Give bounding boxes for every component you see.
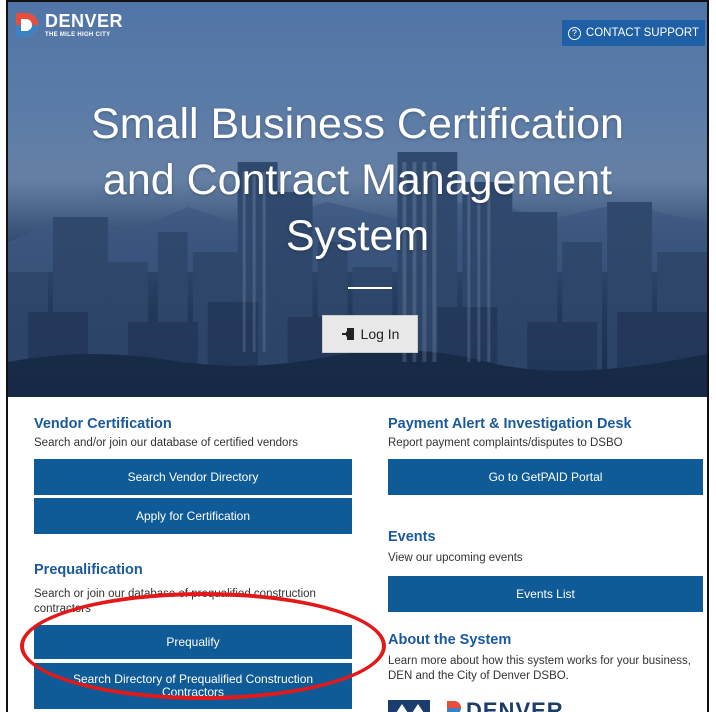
about-system-title: About the System <box>388 632 512 648</box>
denver-logo[interactable]: DENVER THE MILE HIGH CITY <box>14 11 123 39</box>
title-divider <box>348 287 392 289</box>
contact-support-button[interactable]: ? CONTACT SUPPORT <box>561 20 705 46</box>
about-logos: DENVER <box>388 700 564 712</box>
right-column: Payment Alert & Investigation Desk Repor… <box>388 414 703 692</box>
search-prequalified-line-2: Contractors <box>161 685 225 699</box>
about-desc-line-1: Learn more about how this system works f… <box>388 655 691 667</box>
title-line-3: System <box>285 212 430 260</box>
denver-d-logo-icon <box>16 13 38 37</box>
vendor-certification-title: Vendor Certification <box>34 416 172 432</box>
search-vendor-directory-button[interactable]: Search Vendor Directory <box>34 459 352 495</box>
left-column: Vendor Certification Search and/or join … <box>34 414 352 709</box>
contact-support-label: CONTACT SUPPORT <box>585 27 699 39</box>
denver-logo-text: DENVER <box>466 698 564 712</box>
payment-alert-desc: Report payment complaints/disputes to DS… <box>388 437 623 449</box>
payment-alert-title: Payment Alert & Investigation Desk <box>388 416 632 432</box>
events-title: Events <box>388 529 436 545</box>
question-circle-icon: ? <box>567 26 581 40</box>
prequalify-button[interactable]: Prequalify <box>34 625 352 659</box>
page-title: Small Business Certification and Contrac… <box>8 96 707 264</box>
den-airport-logo-icon <box>388 700 430 712</box>
events-desc: View our upcoming events <box>388 552 523 564</box>
title-line-2: and Contract Management <box>102 156 613 204</box>
title-line-1: Small Business Certification <box>91 100 624 148</box>
page-frame: DENVER THE MILE HIGH CITY ? CONTACT SUPP… <box>6 0 709 712</box>
hero-banner: DENVER THE MILE HIGH CITY ? CONTACT SUPP… <box>8 2 707 397</box>
about-system-desc: Learn more about how this system works f… <box>388 654 707 684</box>
brand-name: DENVER <box>45 11 124 31</box>
prequalification-title: Prequalification <box>34 562 143 578</box>
vendor-certification-desc: Search and/or join our database of certi… <box>34 437 299 449</box>
denver-small-logo-icon <box>447 701 461 712</box>
prequalification-desc: Search or join our database of prequalif… <box>34 588 316 615</box>
about-desc-line-2: DEN and the City of Denver DSBO. <box>388 670 569 682</box>
login-button[interactable]: Log In <box>322 315 418 353</box>
brand-tagline: THE MILE HIGH CITY <box>45 32 111 38</box>
search-prequalified-directory-button[interactable]: Search Directory of Prequalified Constru… <box>34 663 352 709</box>
apply-for-certification-button[interactable]: Apply for Certification <box>34 498 352 534</box>
sign-in-icon <box>341 328 354 340</box>
login-label: Log In <box>360 326 400 342</box>
getpaid-portal-button[interactable]: Go to GetPAID Portal <box>388 459 703 495</box>
events-list-button[interactable]: Events List <box>388 576 703 612</box>
